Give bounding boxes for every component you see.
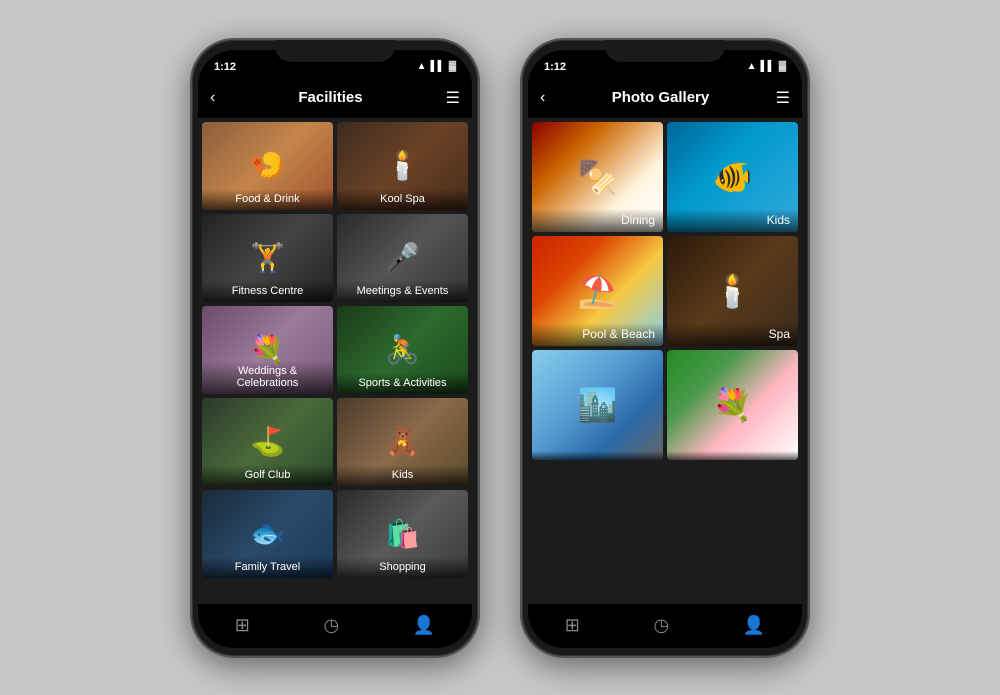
signal-icon-2: ▲ <box>747 61 757 72</box>
facility-grid: 🍤 Food & Drink 🕯️ Kool Spa 🏋️ Fitness Ce… <box>202 122 468 578</box>
nav-profile-icon-1[interactable]: 👤 <box>413 615 435 636</box>
tile-label-sports: Sports & Activities <box>337 373 468 394</box>
tile-label-shopping: Shopping <box>337 557 468 578</box>
tile-shopping[interactable]: 🛍️ Shopping <box>337 490 468 578</box>
tile-sports[interactable]: 🚴 Sports & Activities <box>337 306 468 394</box>
back-button-1[interactable]: ‹ <box>210 89 215 107</box>
menu-button-1[interactable]: ☰ <box>446 88 460 108</box>
screen-facilities: 1:12 ▲ ▌▌ ▓ ‹ Facilities ☰ 🍤 Food & Drin… <box>198 50 472 648</box>
nav-grid-icon-2[interactable]: ⊞ <box>565 615 580 636</box>
gallery-bg-city: 🏙️ <box>532 350 663 460</box>
tile-fitness[interactable]: 🏋️ Fitness Centre <box>202 214 333 302</box>
tile-meetings[interactable]: 🎤 Meetings & Events <box>337 214 468 302</box>
gallery-grid: 🍢 Dining 🐠 Kids ⛱️ Pool & Beach 🕯️ Spa 🏙 <box>532 122 798 460</box>
tile-label-golf: Golf Club <box>202 465 333 486</box>
gallery-label-pool: Pool & Beach <box>532 323 663 346</box>
status-time-2: 1:12 <box>544 61 566 73</box>
facilities-content: 🍤 Food & Drink 🕯️ Kool Spa 🏋️ Fitness Ce… <box>198 118 472 604</box>
gallery-label-kids: Kids <box>667 209 798 232</box>
nav-clock-icon-2[interactable]: ◷ <box>653 615 669 636</box>
tile-weddings[interactable]: 💐 Weddings & Celebrations <box>202 306 333 394</box>
gallery-tile-spa[interactable]: 🕯️ Spa <box>667 236 798 346</box>
screen-gallery: 1:12 ▲ ▌▌ ▓ ‹ Photo Gallery ☰ 🍢 Dining 🐠 <box>528 50 802 648</box>
gallery-label-city <box>532 451 663 460</box>
battery-icon-2: ▓ <box>779 61 786 72</box>
tile-label-food: Food & Drink <box>202 189 333 210</box>
wifi-icon-2: ▌▌ <box>761 61 775 72</box>
header-title-2: Photo Gallery <box>612 89 710 106</box>
tile-family[interactable]: 🐟 Family Travel <box>202 490 333 578</box>
app-header-1: ‹ Facilities ☰ <box>198 78 472 118</box>
header-title-1: Facilities <box>298 89 362 106</box>
tile-food-drink[interactable]: 🍤 Food & Drink <box>202 122 333 210</box>
gallery-tile-kids[interactable]: 🐠 Kids <box>667 122 798 232</box>
nav-clock-icon-1[interactable]: ◷ <box>323 615 339 636</box>
gallery-content: 🍢 Dining 🐠 Kids ⛱️ Pool & Beach 🕯️ Spa 🏙 <box>528 118 802 604</box>
tile-kool-spa[interactable]: 🕯️ Kool Spa <box>337 122 468 210</box>
status-bar-1: 1:12 ▲ ▌▌ ▓ <box>198 50 472 78</box>
tile-label-meetings: Meetings & Events <box>337 281 468 302</box>
status-icons-2: ▲ ▌▌ ▓ <box>747 61 786 72</box>
gallery-tile-city[interactable]: 🏙️ <box>532 350 663 460</box>
nav-grid-icon-1[interactable]: ⊞ <box>235 615 250 636</box>
gallery-tile-pool[interactable]: ⛱️ Pool & Beach <box>532 236 663 346</box>
nav-profile-icon-2[interactable]: 👤 <box>743 615 765 636</box>
phone-gallery: 1:12 ▲ ▌▌ ▓ ‹ Photo Gallery ☰ 🍢 Dining 🐠 <box>520 38 810 658</box>
battery-icon-1: ▓ <box>449 61 456 72</box>
app-header-2: ‹ Photo Gallery ☰ <box>528 78 802 118</box>
back-button-2[interactable]: ‹ <box>540 89 545 107</box>
tile-kids[interactable]: 🧸 Kids <box>337 398 468 486</box>
status-icons-1: ▲ ▌▌ ▓ <box>417 61 456 72</box>
bottom-nav-1: ⊞ ◷ 👤 <box>198 604 472 648</box>
gallery-label-flowers <box>667 451 798 460</box>
tile-label-spa: Kool Spa <box>337 189 468 210</box>
bottom-nav-2: ⊞ ◷ 👤 <box>528 604 802 648</box>
phone-facilities: 1:12 ▲ ▌▌ ▓ ‹ Facilities ☰ 🍤 Food & Drin… <box>190 38 480 658</box>
gallery-bg-flowers: 💐 <box>667 350 798 460</box>
gallery-tile-flowers[interactable]: 💐 <box>667 350 798 460</box>
menu-button-2[interactable]: ☰ <box>776 88 790 108</box>
tile-label-kids: Kids <box>337 465 468 486</box>
gallery-label-dining: Dining <box>532 209 663 232</box>
status-time-1: 1:12 <box>214 61 236 73</box>
status-bar-2: 1:12 ▲ ▌▌ ▓ <box>528 50 802 78</box>
signal-icon-1: ▲ <box>417 61 427 72</box>
gallery-label-spa: Spa <box>667 323 798 346</box>
gallery-tile-dining[interactable]: 🍢 Dining <box>532 122 663 232</box>
tile-label-fitness: Fitness Centre <box>202 281 333 302</box>
tile-golf[interactable]: ⛳ Golf Club <box>202 398 333 486</box>
tile-label-family: Family Travel <box>202 557 333 578</box>
wifi-icon-1: ▌▌ <box>431 61 445 72</box>
tile-label-weddings: Weddings & Celebrations <box>202 361 333 394</box>
